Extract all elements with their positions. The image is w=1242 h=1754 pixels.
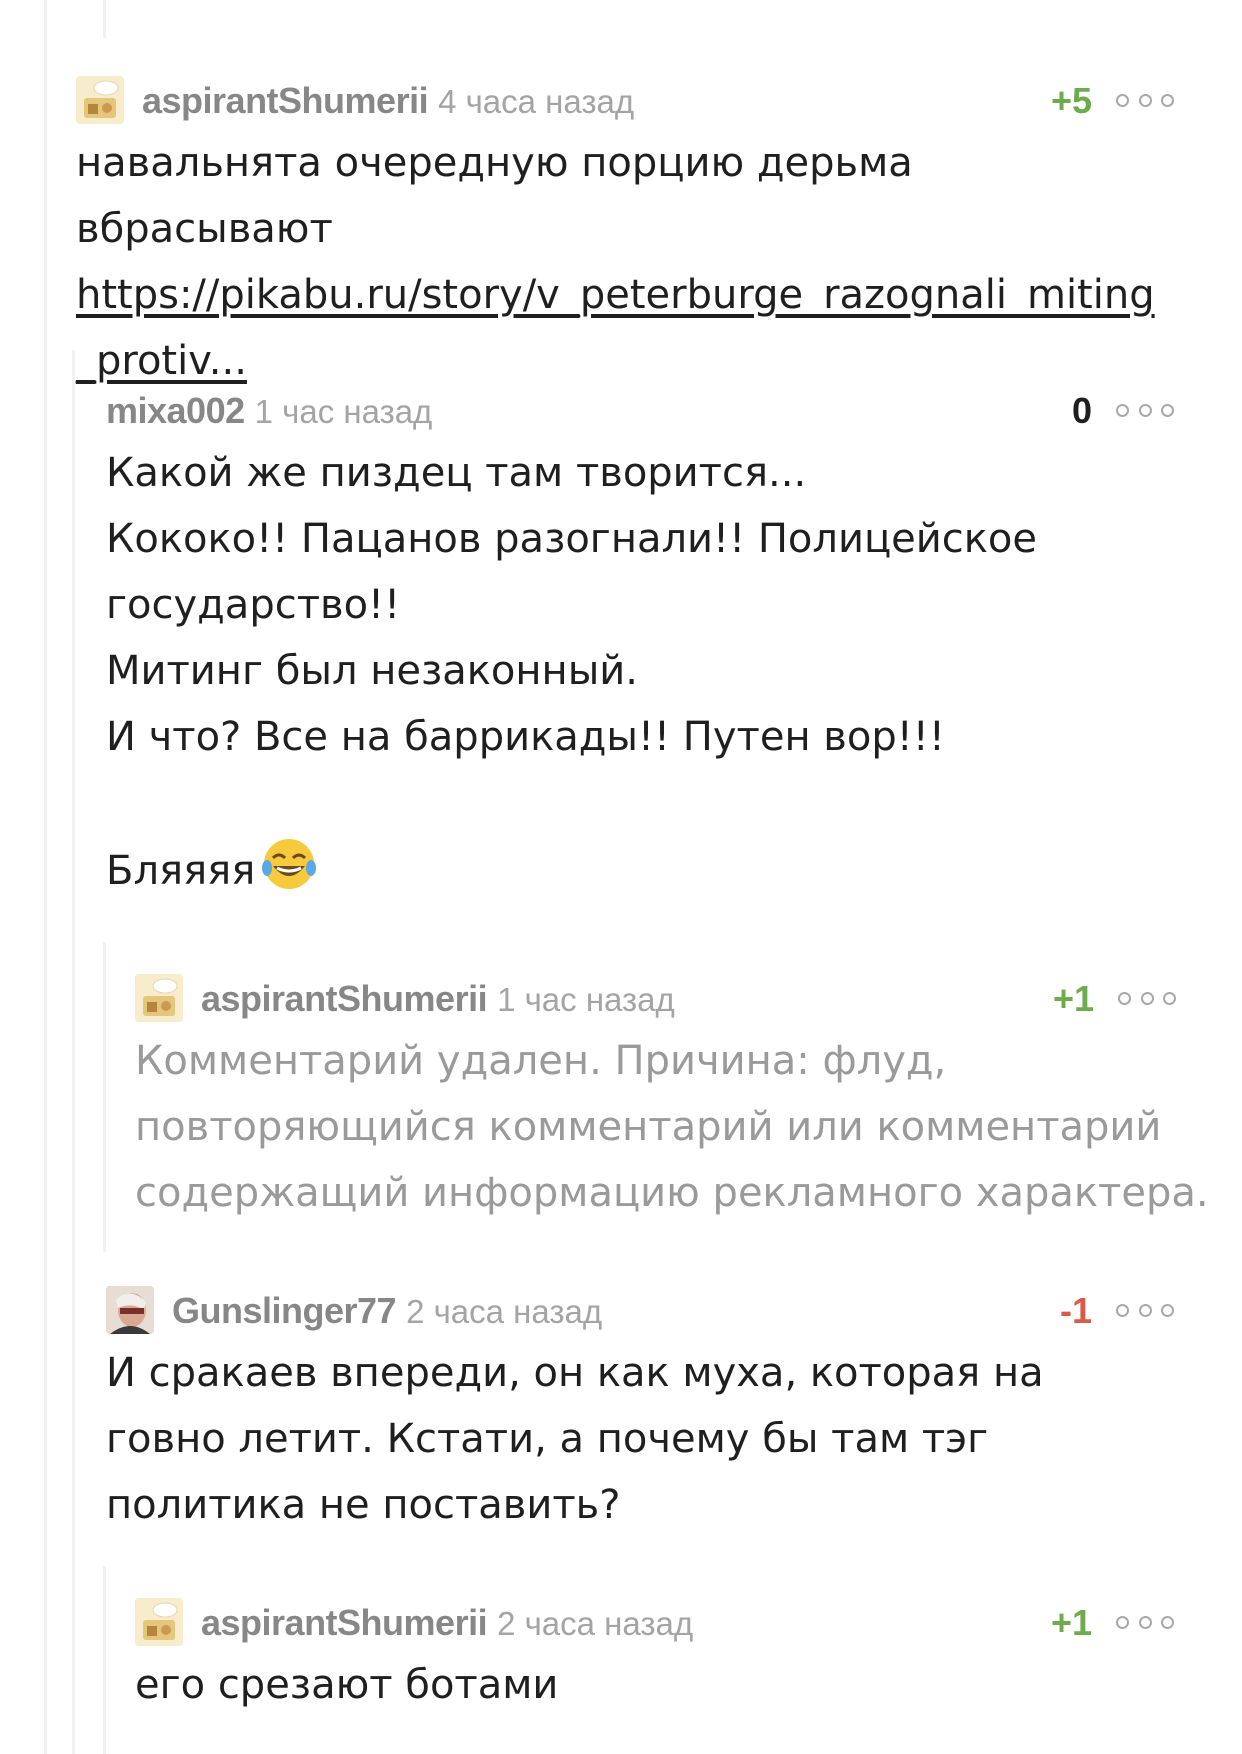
comment-rating: +1 bbox=[1052, 978, 1094, 1019]
comment: aspirantShumerii 1 час назад +1 Комментар… bbox=[135, 968, 1215, 1226]
thread-line[interactable] bbox=[44, 0, 47, 1754]
comment-time[interactable]: 4 часа назад bbox=[438, 83, 634, 120]
comment-rating: +5 bbox=[1050, 80, 1092, 121]
thread-line[interactable] bbox=[103, 942, 106, 1252]
comment: Gunslinger77 2 часа назад -1 И сракаев вп… bbox=[106, 1280, 1174, 1538]
author-name[interactable]: mixa002 1 час назад bbox=[106, 390, 432, 432]
more-options-icon[interactable] bbox=[1116, 90, 1174, 110]
comment-text: Какой же пиздец там творится... Кококо!!… bbox=[106, 450, 1038, 894]
comment-header: Gunslinger77 2 часа назад -1 bbox=[106, 1280, 1174, 1340]
comment-text: И сракаев впереди, он как муха, которая … bbox=[106, 1350, 1057, 1528]
comment-header: aspirantShumerii 1 час назад +1 bbox=[135, 968, 1215, 1028]
tears-of-joy-emoji-icon bbox=[262, 839, 317, 889]
avatar[interactable] bbox=[106, 1286, 154, 1334]
deleted-comment-text: Комментарий удален. Причина: флуд, повто… bbox=[135, 1038, 1209, 1216]
chef-avatar-icon bbox=[135, 1598, 183, 1646]
more-options-icon[interactable] bbox=[1116, 1612, 1174, 1632]
more-options-icon[interactable] bbox=[1116, 1300, 1174, 1320]
comment-text: навальнята очередную порцию дерьма вбрас… bbox=[76, 140, 1155, 384]
avatar[interactable] bbox=[135, 1598, 183, 1646]
thread-line[interactable] bbox=[103, 0, 106, 38]
comment-header: mixa002 1 час назад 0 bbox=[106, 380, 1174, 440]
author-name[interactable]: Gunslinger77 2 часа назад bbox=[172, 1290, 602, 1332]
comment-rating: 0 bbox=[1071, 390, 1092, 431]
comment-header: aspirantShumerii 4 часа назад +5 bbox=[76, 70, 1174, 130]
avatar[interactable] bbox=[135, 974, 183, 1022]
comment-header: aspirantShumerii 2 часа назад +1 bbox=[135, 1592, 1174, 1652]
thread-line[interactable] bbox=[103, 1566, 106, 1754]
author-name[interactable]: aspirantShumerii 2 часа назад bbox=[201, 1602, 693, 1644]
comment-rating: -1 bbox=[1059, 1290, 1092, 1331]
user-photo-icon bbox=[106, 1286, 154, 1334]
comment: aspirantShumerii 4 часа назад +5 навальня… bbox=[76, 70, 1174, 394]
thread-line[interactable] bbox=[72, 350, 75, 1754]
comment-time[interactable]: 1 час назад bbox=[497, 981, 675, 1018]
comment-text: его срезают ботами bbox=[135, 1662, 559, 1708]
author-name[interactable]: aspirantShumerii 1 час назад bbox=[201, 978, 675, 1020]
chef-avatar-icon bbox=[76, 76, 124, 124]
chef-avatar-icon bbox=[135, 974, 183, 1022]
comment-time[interactable]: 2 часа назад bbox=[406, 1293, 602, 1330]
comment-time[interactable]: 2 часа назад bbox=[497, 1605, 693, 1642]
comment-rating: +1 bbox=[1050, 1602, 1092, 1643]
comment: mixa002 1 час назад 0 Какой же пиздец там… bbox=[106, 380, 1174, 904]
comment: aspirantShumerii 2 часа назад +1 его срез… bbox=[135, 1592, 1174, 1718]
comment-link[interactable]: https://pikabu.ru/story/v_peterburge_raz… bbox=[76, 272, 1155, 384]
comment-time[interactable]: 1 час назад bbox=[255, 393, 433, 430]
more-options-icon[interactable] bbox=[1116, 400, 1174, 420]
avatar[interactable] bbox=[76, 76, 124, 124]
author-name[interactable]: aspirantShumerii 4 часа назад bbox=[142, 80, 634, 122]
more-options-icon[interactable] bbox=[1118, 988, 1176, 1008]
